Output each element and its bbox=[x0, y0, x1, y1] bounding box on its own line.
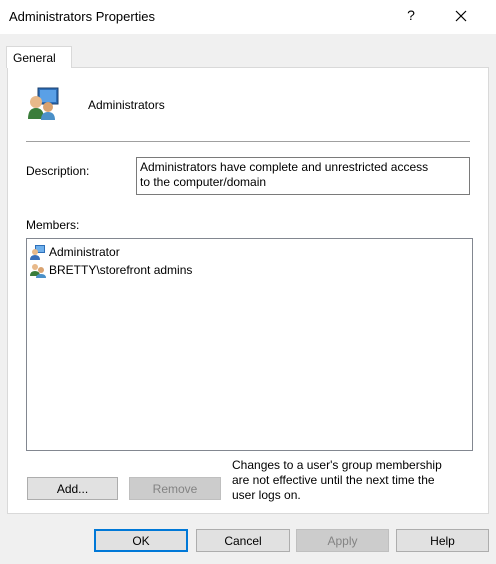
apply-button[interactable]: Apply bbox=[296, 529, 389, 552]
tab-general[interactable]: General bbox=[6, 46, 72, 68]
membership-note: Changes to a user's group membership are… bbox=[232, 458, 482, 503]
group-icon bbox=[30, 262, 46, 278]
window-title: Administrators Properties bbox=[9, 9, 155, 24]
description-line-2: to the computer/domain bbox=[140, 175, 267, 189]
member-name: BRETTY\storefront admins bbox=[49, 263, 193, 277]
members-label: Members: bbox=[26, 218, 80, 232]
general-panel: Administrators Description: Administrato… bbox=[7, 67, 489, 514]
add-button[interactable]: Add... bbox=[27, 477, 118, 500]
user-icon bbox=[30, 244, 46, 260]
list-item[interactable]: Administrator bbox=[30, 243, 120, 261]
note-line-1: Changes to a user's group membership bbox=[232, 458, 442, 472]
ok-button[interactable]: OK bbox=[94, 529, 188, 552]
description-label: Description: bbox=[26, 164, 90, 178]
members-list[interactable]: Administrator BRETTY\storefront admins bbox=[26, 238, 473, 451]
remove-button[interactable]: Remove bbox=[129, 477, 221, 500]
list-item[interactable]: BRETTY\storefront admins bbox=[30, 261, 192, 279]
title-bar: Administrators Properties ? bbox=[0, 0, 496, 34]
note-line-2: are not effective until the next time th… bbox=[232, 473, 435, 487]
tab-general-label: General bbox=[13, 51, 56, 65]
separator bbox=[26, 141, 470, 142]
help-button[interactable]: Help bbox=[396, 529, 489, 552]
description-line-1: Administrators have complete and unrestr… bbox=[140, 160, 429, 174]
group-icon bbox=[26, 85, 62, 121]
note-line-3: user logs on. bbox=[232, 488, 301, 502]
close-icon[interactable] bbox=[449, 4, 473, 28]
cancel-button[interactable]: Cancel bbox=[196, 529, 290, 552]
group-name: Administrators bbox=[88, 98, 165, 112]
member-name: Administrator bbox=[49, 245, 120, 259]
description-field[interactable]: Administrators have complete and unrestr… bbox=[136, 157, 470, 195]
help-title-button[interactable]: ? bbox=[403, 7, 419, 23]
